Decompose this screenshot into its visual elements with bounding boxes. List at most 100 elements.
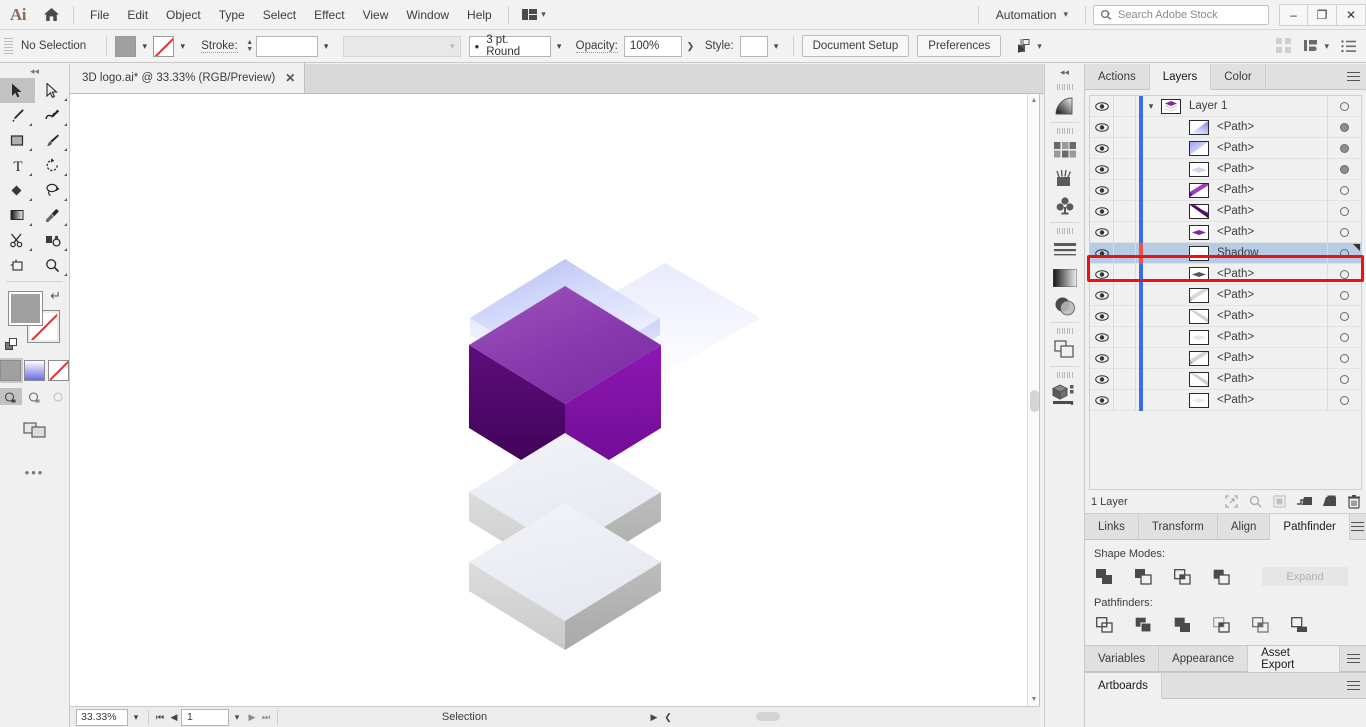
expand-layer-icon[interactable]: ▾ [1143, 101, 1159, 112]
blend-tool[interactable] [35, 228, 70, 253]
first-artboard-icon[interactable]: ⏮ [153, 712, 167, 723]
layer-row-path-5[interactable]: <Path> [1090, 200, 1361, 222]
layer-name[interactable]: <Path> [1217, 373, 1327, 385]
outline-icon[interactable] [1250, 616, 1270, 634]
target-indicator[interactable] [1327, 221, 1361, 243]
menu-file[interactable]: File [81, 0, 118, 30]
artwork-3d-layered-logo[interactable] [70, 94, 1030, 706]
layer-name[interactable]: <Path> [1217, 289, 1327, 301]
direct-selection-tool[interactable] [35, 78, 70, 103]
draw-normal-button[interactable] [0, 388, 22, 405]
layer-row-path-7[interactable]: <Path> [1090, 263, 1361, 285]
tab-layers[interactable]: Layers [1149, 64, 1212, 90]
layer-name[interactable]: <Path> [1217, 226, 1327, 238]
zoom-input[interactable]: 33.33% [76, 708, 128, 726]
lock-toggle[interactable] [1114, 221, 1136, 243]
visibility-toggle-icon[interactable] [1090, 326, 1114, 348]
layer-name[interactable]: <Path> [1217, 163, 1327, 175]
target-indicator[interactable] [1327, 96, 1361, 117]
stroke-weight-input[interactable] [255, 35, 318, 57]
stroke-dropdown-icon[interactable]: ▾ [174, 36, 191, 57]
minus-front-icon[interactable] [1133, 568, 1153, 586]
stroke-weight-stepper[interactable]: ▲ ▼ [244, 39, 256, 53]
last-artboard-icon[interactable]: ⏭ [259, 712, 273, 723]
release-clipping-icon[interactable] [1273, 495, 1286, 508]
swatches-panel-icon[interactable] [1045, 136, 1084, 164]
layer-row-path-9[interactable]: <Path> [1090, 305, 1361, 327]
create-sublayer-icon[interactable] [1297, 495, 1312, 508]
type-tool[interactable]: T [0, 153, 35, 178]
menu-select[interactable]: Select [254, 0, 305, 30]
toolbar-gripper[interactable]: ◂◂ [0, 64, 69, 78]
visibility-toggle-icon[interactable] [1090, 242, 1114, 264]
lock-toggle[interactable] [1114, 137, 1136, 159]
layer-row-path-3[interactable]: <Path> [1090, 158, 1361, 180]
layer-row-path-8[interactable]: <Path> [1090, 284, 1361, 306]
paintbrush-tool[interactable] [35, 128, 70, 153]
3d-panel-icon[interactable] [1045, 380, 1084, 408]
layer-row-path-4[interactable]: <Path> [1090, 179, 1361, 201]
lock-toggle[interactable] [1114, 305, 1136, 327]
visibility-toggle-icon[interactable] [1090, 368, 1114, 390]
collapse-panels-icon[interactable]: ◂◂ [1045, 64, 1084, 81]
tab-transform[interactable]: Transform [1138, 514, 1218, 539]
rail-gripper-1[interactable] [1045, 81, 1084, 92]
brushes-panel-icon[interactable] [1045, 164, 1084, 192]
rectangle-tool[interactable] [0, 128, 35, 153]
layer-name[interactable]: <Path> [1217, 121, 1327, 133]
menu-effect[interactable]: Effect [305, 0, 353, 30]
previous-artboard-icon[interactable]: ◀ [167, 712, 181, 723]
expand-button[interactable]: Expand [1262, 567, 1348, 586]
layer-name[interactable]: <Path> [1217, 205, 1327, 217]
create-new-layer-icon[interactable] [1323, 495, 1337, 508]
gradient2-panel-icon[interactable] [1045, 264, 1084, 292]
gradient-panel-icon[interactable] [1045, 92, 1084, 120]
artboard-number-input[interactable]: 1 [181, 708, 229, 726]
panel-menu-icon[interactable] [1340, 646, 1366, 671]
visibility-toggle-icon[interactable] [1090, 96, 1114, 117]
tab-links[interactable]: Links [1085, 514, 1139, 539]
stroke-swatch[interactable] [153, 35, 175, 57]
selection-tool[interactable] [0, 78, 35, 103]
zoom-dropdown-icon[interactable]: ▾ [128, 712, 144, 723]
lock-toggle[interactable] [1114, 389, 1136, 411]
layer-name[interactable]: <Path> [1217, 310, 1327, 322]
edit-toolbar-icon[interactable]: ••• [0, 465, 69, 480]
zoom-tool[interactable] [35, 253, 70, 278]
rail-gripper-5[interactable] [1045, 369, 1084, 380]
default-fill-stroke-icon[interactable] [5, 338, 18, 354]
panel-menu-icon[interactable] [1350, 514, 1366, 539]
target-indicator[interactable] [1327, 284, 1361, 306]
lock-toggle[interactable] [1114, 326, 1136, 348]
style-swatch[interactable] [739, 35, 768, 57]
target-indicator[interactable] [1327, 179, 1361, 201]
next-artboard-icon[interactable]: ▶ [245, 712, 259, 723]
target-indicator[interactable] [1327, 263, 1361, 285]
tab-variables[interactable]: Variables [1085, 646, 1160, 671]
minus-back-icon[interactable] [1289, 616, 1309, 634]
trim-icon[interactable] [1133, 616, 1153, 634]
stroke-profile-select[interactable]: ▾ [342, 35, 461, 57]
layer-name[interactable]: Layer 1 [1189, 100, 1327, 112]
lock-toggle[interactable] [1114, 200, 1136, 222]
layer-row-layer-1[interactable]: ▾ Layer 1 [1090, 96, 1361, 117]
visibility-toggle-icon[interactable] [1090, 158, 1114, 180]
make-clipping-mask-icon[interactable] [1249, 495, 1262, 508]
target-indicator[interactable] [1327, 326, 1361, 348]
panel-menu-icon[interactable] [1340, 673, 1366, 698]
close-icon[interactable]: ✕ [285, 71, 295, 85]
lock-toggle[interactable] [1114, 368, 1136, 390]
scissors-tool[interactable] [0, 228, 35, 253]
pathfinder-panel-icon[interactable] [1045, 336, 1084, 364]
control-bar-gripper[interactable] [4, 35, 13, 57]
tab-align[interactable]: Align [1217, 514, 1271, 539]
document-tab[interactable]: 3D logo.ai* @ 33.33% (RGB/Preview) ✕ [70, 63, 306, 93]
delete-selection-icon[interactable] [1348, 494, 1360, 509]
layer-name[interactable]: <Path> [1217, 394, 1327, 406]
layer-row-shadow[interactable]: Shadow [1090, 242, 1361, 264]
preferences-button[interactable]: Preferences [917, 35, 1002, 57]
stroke-weight-dropdown-icon[interactable]: ▾ [318, 36, 335, 57]
target-indicator[interactable] [1327, 116, 1361, 138]
document-setup-button[interactable]: Document Setup [801, 35, 910, 57]
target-indicator[interactable] [1327, 137, 1361, 159]
